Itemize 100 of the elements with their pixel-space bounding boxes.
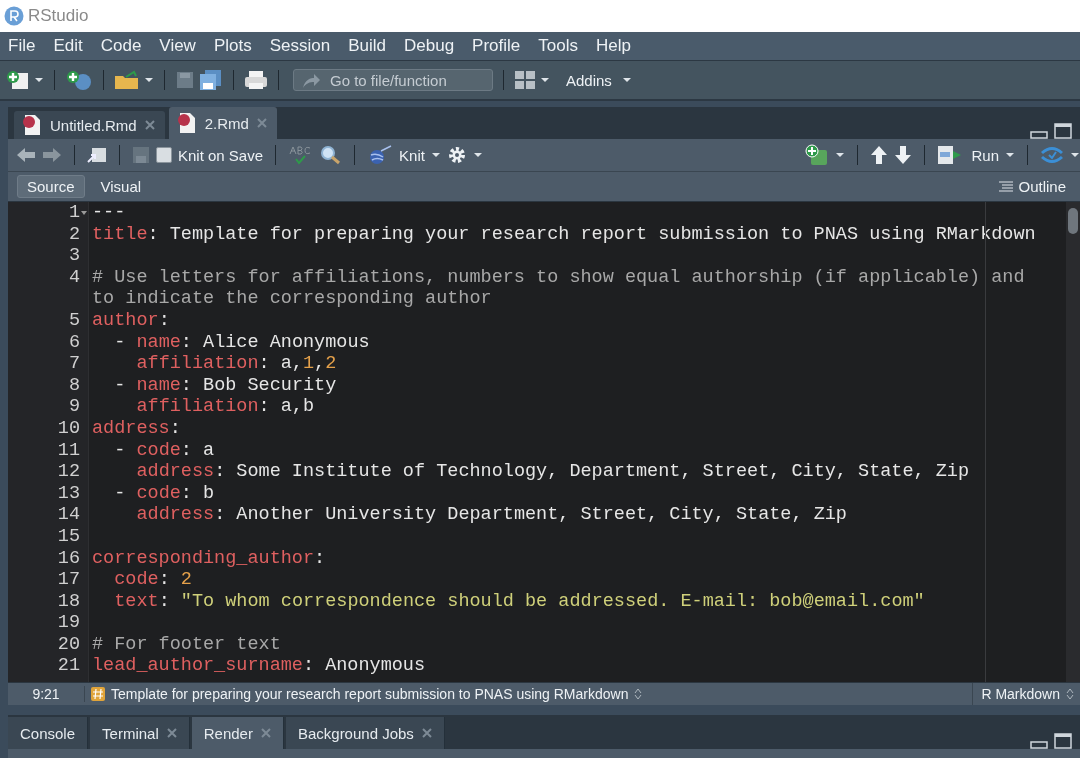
settings-icon[interactable] xyxy=(446,145,467,165)
close-icon[interactable] xyxy=(166,728,177,738)
menu-item[interactable]: Code xyxy=(100,36,153,56)
menu-item[interactable]: Profile xyxy=(472,36,532,56)
menu-item[interactable]: Build xyxy=(348,36,397,56)
back-icon[interactable] xyxy=(16,147,36,163)
code-line: affiliation: a,1,2 xyxy=(135,353,338,375)
save-icon[interactable] xyxy=(175,70,195,90)
menu-item[interactable]: Tools xyxy=(538,36,589,56)
code-line: corresponding_author: xyxy=(91,547,327,570)
caret-icon[interactable] xyxy=(1005,152,1015,158)
caret-icon[interactable] xyxy=(621,77,632,83)
minimize-icon[interactable] xyxy=(1030,741,1048,749)
addins-menu[interactable]: Addins xyxy=(566,71,612,89)
code-line: - code: a xyxy=(113,439,216,462)
updown-icon[interactable] xyxy=(634,688,643,700)
printer-icon[interactable] xyxy=(244,70,268,90)
code-line: address: xyxy=(91,417,182,440)
save-all-icon[interactable] xyxy=(199,69,223,91)
pane-tab[interactable]: Console xyxy=(8,717,89,749)
cursor-position: 9:21 xyxy=(8,686,85,702)
caret-icon[interactable] xyxy=(144,77,154,83)
rmd-file-icon xyxy=(22,114,42,136)
menu-item[interactable]: Help xyxy=(595,36,642,56)
code-line: lead_author_surname: Anonymous xyxy=(91,655,427,678)
mode-tab[interactable]: Visual xyxy=(90,175,152,198)
line-number: 8 xyxy=(67,374,80,397)
line-number: 6 xyxy=(67,331,80,354)
code-line: affiliation: a,b xyxy=(135,396,316,418)
go-to-file-field[interactable]: Go to file/function xyxy=(293,69,493,91)
code-line: title: Template for preparing your research report submission to PNAS using RMarkdown xyxy=(91,223,1037,246)
menu-item[interactable]: View xyxy=(159,36,207,56)
line-number: 15 xyxy=(56,525,80,548)
knit-button[interactable]: Knit xyxy=(399,146,425,164)
hash-icon xyxy=(91,687,105,701)
minimize-icon[interactable] xyxy=(1030,131,1048,139)
menu-item[interactable]: File xyxy=(8,36,47,56)
down-arrow-icon[interactable] xyxy=(894,145,913,165)
yarn-ball-icon[interactable] xyxy=(367,145,394,165)
code-line: text: "To whom correspondence should be addressed. E-mail: bob@email.com" xyxy=(113,590,926,613)
line-number: 14 xyxy=(56,504,80,526)
pane-tab[interactable]: Terminal xyxy=(90,717,190,749)
line-number: 3 xyxy=(67,245,80,267)
mode-tab[interactable]: Source xyxy=(17,175,85,198)
pane-layout-icon[interactable] xyxy=(514,70,536,90)
menu-item[interactable]: Plots xyxy=(213,36,263,56)
outline-icon xyxy=(998,179,1015,194)
maximize-icon[interactable] xyxy=(1054,733,1072,749)
line-number: 18 xyxy=(56,590,80,613)
fold-icon[interactable] xyxy=(80,208,88,217)
run-button[interactable]: Run xyxy=(971,146,999,164)
r-logo-icon xyxy=(4,6,24,26)
pane-tab[interactable]: Render xyxy=(191,717,284,749)
maximize-icon[interactable] xyxy=(1054,123,1072,139)
line-number: 17 xyxy=(56,569,80,591)
line-number: 19 xyxy=(56,612,80,634)
editor-tab[interactable]: Untitled.Rmd xyxy=(14,111,165,139)
code-line: # Use letters for affiliations, numbers to show equal authorship (if applicable) and to indicate the corresponding author xyxy=(91,266,1026,310)
search-icon[interactable] xyxy=(320,145,343,165)
line-number: 9 xyxy=(67,396,80,418)
updown-icon[interactable] xyxy=(1066,688,1074,700)
close-icon[interactable] xyxy=(421,728,432,738)
new-file-icon[interactable] xyxy=(6,69,30,91)
code-line: - name: Bob Security xyxy=(113,374,338,397)
line-number: 20 xyxy=(56,633,80,656)
code-line: address: Another University Department, Street, City, State, Zip xyxy=(135,504,848,526)
outline-button[interactable]: Outline xyxy=(1018,178,1066,195)
code-line: code: 2 xyxy=(113,569,193,591)
code-line: - code: b xyxy=(113,482,216,505)
file-type-selector[interactable]: R Markdown xyxy=(981,686,1060,702)
window-title: RStudio xyxy=(28,6,89,26)
scrollbar-thumb[interactable] xyxy=(1068,208,1078,234)
caret-icon[interactable] xyxy=(835,152,846,158)
folder-icon[interactable] xyxy=(114,70,140,90)
menu-item[interactable]: Debug xyxy=(404,36,466,56)
new-project-icon[interactable] xyxy=(65,69,93,91)
arrow-icon xyxy=(301,73,321,89)
code-line: # For footer text xyxy=(91,633,282,656)
caret-icon[interactable] xyxy=(472,152,483,158)
caret-icon[interactable] xyxy=(540,77,550,83)
insert-chunk-icon[interactable] xyxy=(805,144,830,166)
line-number: 2 xyxy=(67,223,80,246)
up-arrow-icon[interactable] xyxy=(870,145,889,165)
menu-item[interactable]: Edit xyxy=(53,36,94,56)
editor-tab[interactable]: 2.Rmd xyxy=(168,107,277,139)
line-number: 16 xyxy=(56,547,80,570)
line-number: 13 xyxy=(56,482,80,505)
close-icon[interactable] xyxy=(144,120,155,130)
caret-icon[interactable] xyxy=(430,152,441,158)
code-line: address: Some Institute of Technology, Department, Street, City, State, Zip xyxy=(135,461,971,483)
show-in-window-icon[interactable] xyxy=(87,146,107,164)
rmd-file-icon xyxy=(176,112,197,134)
caret-icon[interactable] xyxy=(1070,152,1080,158)
section-selector[interactable]: Template for preparing your research report submission to PNAS using RMarkdown xyxy=(111,686,629,702)
menu-item[interactable]: Session xyxy=(269,36,342,56)
line-number: 5 xyxy=(67,309,80,332)
knit-on-save-checkbox[interactable]: Knit on Save xyxy=(156,146,264,164)
caret-icon[interactable] xyxy=(34,77,44,83)
pane-tab[interactable]: Background Jobs xyxy=(285,717,445,749)
line-number: 10 xyxy=(56,417,80,440)
